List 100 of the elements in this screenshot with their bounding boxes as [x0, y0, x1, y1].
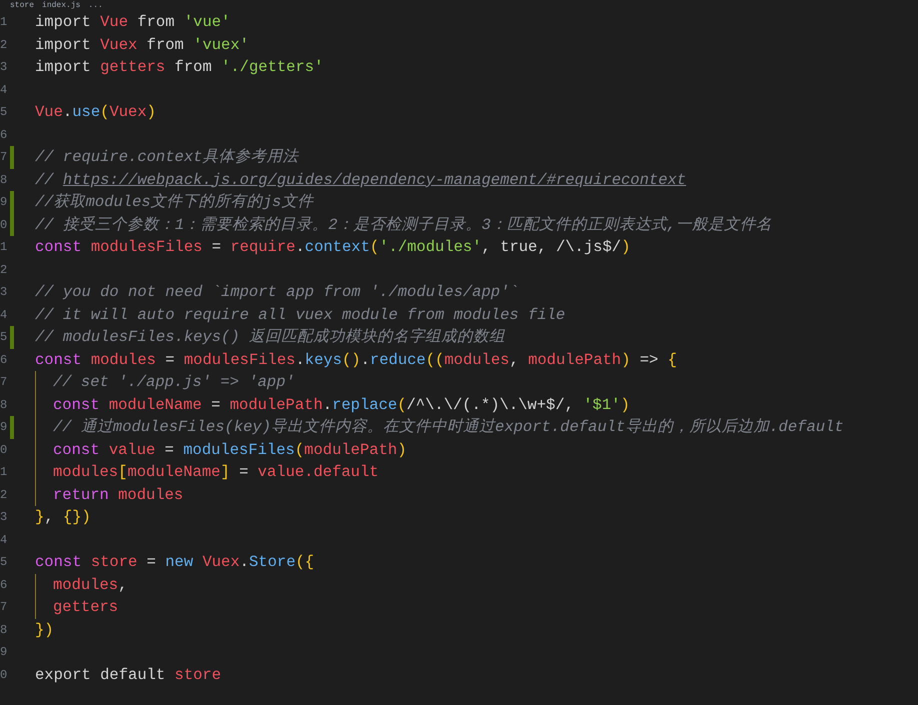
line-number: 0 — [0, 216, 8, 234]
code-comment: // 通过modulesFiles(key)导出文件内容。在文件中时通过export.default导出的，所以后边加.default — [53, 417, 844, 438]
code-identifier: Vue — [100, 12, 128, 33]
code-identifier: modulePath — [528, 350, 622, 370]
code-text: from — [174, 57, 213, 78]
code-identifier: store — [174, 664, 222, 686]
line-number: 8 — [0, 622, 8, 638]
code-comment: // require.context具体参考用法 — [35, 147, 298, 168]
code-identifier: Vuex — [109, 102, 147, 123]
code-bracket: ({ — [296, 552, 314, 573]
code-comment: // 接受三个参数：1：需要检索的目录。2：是否检测子目录。3：匹配文件的正则表达式,一般是文件名 — [35, 214, 772, 236]
code-text: . — [295, 350, 305, 370]
code-text: = — [238, 462, 250, 483]
line-number: 2 — [0, 486, 8, 504]
code-text: = — [146, 552, 157, 573]
line-number: 3 — [0, 284, 8, 301]
line-number: 6 — [0, 126, 8, 144]
code-comment: // modulesFiles.keys() 返回匹配成功模块的名字组成的数组 — [35, 326, 505, 348]
code-identifier: modulePath — [304, 440, 398, 460]
line-number: 2 — [0, 262, 8, 278]
line-number: 0 — [0, 666, 8, 684]
code-identifier: moduleName — [127, 462, 220, 483]
line-number: 7 — [0, 374, 8, 391]
code-bracket: (( — [426, 350, 444, 370]
code-bracket: () — [342, 350, 361, 370]
code-identifier: modules — [118, 484, 184, 506]
line-number: 6 — [0, 576, 8, 594]
code-text: . — [62, 102, 72, 123]
line-number: 3 — [0, 59, 8, 76]
code-comment: // it will auto require all vuex module from modules file — [35, 304, 566, 326]
code-identifier: value.default — [258, 462, 379, 483]
code-bracket: {}) — [62, 507, 91, 528]
code-method: use — [72, 102, 100, 123]
code-text: import — [35, 57, 92, 78]
code-identifier: getters — [100, 57, 166, 78]
code-method: context — [304, 237, 370, 258]
line-number: 8 — [0, 172, 8, 188]
code-method: Store — [248, 552, 296, 573]
line-number: 8 — [0, 396, 8, 414]
line-number: 7 — [0, 599, 8, 616]
line-number: 4 — [0, 306, 8, 324]
code-identifier: require — [230, 237, 296, 258]
code-bracket: }) — [35, 620, 54, 640]
code-identifier: value — [108, 440, 156, 460]
code-identifier: modulePath — [230, 394, 323, 416]
code-text: , — [118, 574, 128, 596]
line-number: 7 — [0, 149, 8, 166]
line-number: 0 — [0, 442, 8, 458]
line-number: 1 — [0, 239, 8, 256]
code-bracket: ( — [100, 102, 110, 123]
code-bracket: ) — [621, 237, 630, 258]
code-identifier: moduleName — [108, 394, 202, 416]
code-method: replace — [332, 394, 398, 416]
line-number: 9 — [0, 644, 8, 661]
code-identifier: modules — [53, 462, 118, 483]
code-text: import — [35, 34, 92, 56]
code-bracket: ( — [397, 394, 406, 416]
code-text: = — [164, 350, 176, 370]
code-bracket: ( — [294, 440, 304, 460]
code-identifier: Vuex — [100, 34, 138, 56]
code-bracket: { — [668, 350, 677, 370]
code-text: = — [210, 394, 222, 416]
line-number: 9 — [0, 194, 8, 211]
code-string: '$1' — [583, 394, 620, 416]
code-identifier: modules — [444, 350, 510, 370]
code-text: . — [240, 552, 249, 573]
breadcrumb-item[interactable]: index.js — [42, 0, 80, 10]
code-bracket: ( — [370, 237, 380, 258]
code-text: , true, /\.js$/ — [482, 237, 622, 258]
code-string: './modules' — [379, 237, 482, 258]
code-keyword: return — [53, 484, 110, 506]
code-text: from — [146, 34, 185, 56]
code-text: = — [164, 440, 175, 460]
code-identifier: modules — [90, 350, 156, 370]
code-bracket: ] — [220, 462, 230, 483]
code-keyword: const — [35, 350, 83, 370]
code-keyword: const — [35, 552, 83, 573]
line-number: 1 — [0, 464, 8, 481]
code-identifier: modulesFiles — [90, 237, 202, 258]
code-comment: // you do not need `import app from './modules/app'` — [35, 282, 519, 303]
code-bracket: ) — [620, 394, 630, 416]
code-keyword: const — [53, 394, 101, 416]
code-method: keys — [304, 350, 342, 370]
breadcrumb-item[interactable]: store — [10, 0, 34, 10]
code-string: './getters' — [221, 57, 324, 78]
line-number: 5 — [0, 329, 8, 346]
line-number: 2 — [0, 36, 8, 54]
code-comment: // — [35, 170, 55, 190]
code-string: 'vuex' — [193, 34, 249, 56]
code-bracket: ) — [146, 102, 156, 123]
line-number: 3 — [0, 509, 8, 526]
code-text: , — [509, 350, 520, 370]
code-keyword: const — [35, 237, 83, 258]
comment-link[interactable]: https://webpack.js.org/guides/dependency-management/#requirecontext — [62, 168, 686, 191]
line-number: 5 — [0, 554, 8, 571]
code-comment: // set './app.js' => 'app' — [53, 372, 295, 393]
code-comment: //获取modules文件下的所有的js文件 — [35, 192, 314, 213]
line-number: 9 — [0, 419, 8, 436]
breadcrumb-item[interactable]: ... — [88, 0, 103, 10]
code-text: . — [295, 237, 305, 258]
